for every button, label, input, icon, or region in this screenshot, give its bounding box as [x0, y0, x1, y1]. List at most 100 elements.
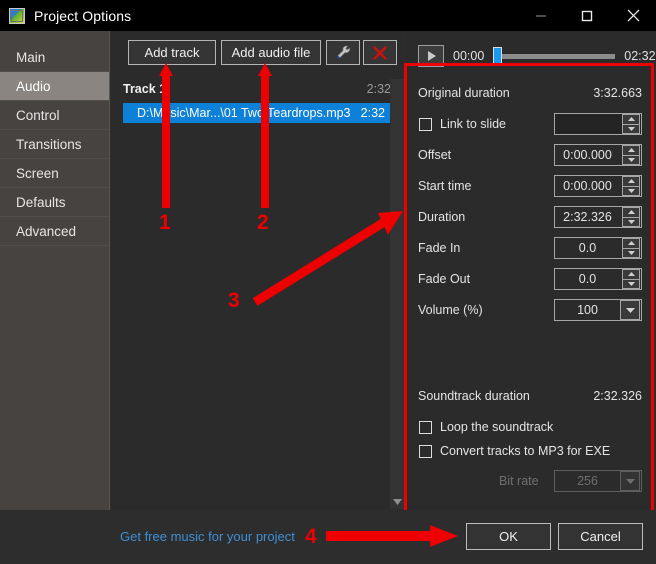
ok-button[interactable]: OK	[466, 523, 551, 550]
fade-out-value: 0.0	[578, 272, 597, 286]
stepper-up-icon[interactable]	[622, 207, 640, 218]
player-total-time: 02:32	[624, 49, 656, 63]
duration-stepper[interactable]: 2:32.326	[554, 206, 642, 228]
offset-row: Offset 0:00.000	[404, 143, 656, 167]
stepper-buttons[interactable]	[622, 269, 640, 289]
soundtrack-duration-value: 2:32.326	[593, 389, 642, 403]
bit-rate-label: Bit rate	[499, 474, 539, 488]
wrench-icon-button[interactable]	[326, 40, 360, 65]
cancel-button[interactable]: Cancel	[558, 523, 643, 550]
soundtrack-duration-row: Soundtrack duration 2:32.326	[404, 384, 656, 408]
sidebar-item-label: Control	[16, 108, 60, 123]
add-track-button[interactable]: Add track	[128, 40, 216, 65]
convert-tracks-label: Convert tracks to MP3 for EXE	[440, 444, 611, 458]
sidebar-item-label: Audio	[16, 79, 51, 94]
chevron-down-icon[interactable]	[620, 300, 640, 320]
close-icon[interactable]	[610, 0, 656, 31]
stepper-down-icon[interactable]	[622, 155, 640, 165]
offset-label: Offset	[418, 148, 452, 162]
stepper-buttons[interactable]	[622, 238, 640, 258]
track-list-header: Track 1 2:32	[123, 79, 391, 99]
offset-stepper[interactable]: 0:00.000	[554, 144, 642, 166]
free-music-link[interactable]: Get free music for your project	[120, 529, 295, 544]
track-header-duration: 2:32	[366, 82, 391, 96]
stepper-down-icon[interactable]	[622, 124, 640, 134]
duration-value: 2:32.326	[563, 210, 612, 224]
soundtrack-duration-label: Soundtrack duration	[418, 389, 530, 403]
stepper-up-icon[interactable]	[622, 238, 640, 249]
sidebar-item-label: Transitions	[16, 137, 82, 152]
loop-soundtrack-checkbox[interactable]	[419, 420, 432, 434]
audio-player: 00:00 02:32	[404, 40, 656, 72]
sidebar-item-screen[interactable]: Screen	[0, 159, 109, 188]
volume-select[interactable]: 100	[554, 299, 642, 321]
track-list-scrollbar[interactable]	[390, 79, 404, 509]
window-title: Project Options	[34, 7, 132, 24]
loop-soundtrack-label: Loop the soundtrack	[440, 420, 554, 434]
fade-in-value: 0.0	[578, 241, 597, 255]
table-row[interactable]: D:\Music\Mar...\01 Two Teardrops.mp3 2:3…	[123, 103, 391, 123]
stepper-buttons[interactable]	[622, 145, 640, 165]
link-to-slide-stepper[interactable]	[554, 113, 642, 135]
stepper-up-icon[interactable]	[622, 145, 640, 156]
title-bar: Project Options	[0, 0, 656, 31]
link-to-slide-row: Link to slide	[404, 112, 656, 136]
link-to-slide-checkbox[interactable]	[419, 117, 432, 131]
start-time-row: Start time 0:00.000	[404, 174, 656, 198]
fade-out-stepper[interactable]: 0.0	[554, 268, 642, 290]
player-seek-slider[interactable]	[493, 46, 616, 66]
sidebar-item-transitions[interactable]: Transitions	[0, 130, 109, 159]
fade-in-label: Fade In	[418, 241, 461, 255]
sidebar-item-label: Defaults	[16, 195, 66, 210]
stepper-down-icon[interactable]	[622, 279, 640, 289]
stepper-buttons[interactable]	[622, 207, 640, 227]
stepper-up-icon[interactable]	[622, 176, 640, 187]
bit-rate-select: 256	[554, 470, 642, 492]
sidebar-item-control[interactable]: Control	[0, 101, 109, 130]
app-picture-icon	[9, 7, 25, 24]
track-file-name: D:\Music\Mar...\01 Two Teardrops.mp3	[137, 106, 351, 120]
fade-out-label: Fade Out	[418, 272, 471, 286]
stepper-up-icon[interactable]	[622, 269, 640, 280]
duration-row: Duration 2:32.326	[404, 205, 656, 229]
player-current-time: 00:00	[453, 49, 485, 63]
stepper-buttons[interactable]	[622, 176, 640, 196]
volume-label: Volume (%)	[418, 303, 483, 317]
convert-tracks-checkbox[interactable]	[419, 444, 432, 458]
add-audio-file-button[interactable]: Add audio file	[221, 40, 321, 65]
loop-soundtrack-row[interactable]: Loop the soundtrack	[404, 420, 553, 434]
minimize-icon[interactable]	[518, 0, 564, 31]
stepper-down-icon[interactable]	[622, 217, 640, 227]
start-time-stepper[interactable]: 0:00.000	[554, 175, 642, 197]
properties-fields: Original duration 3:32.663 Link to slide…	[404, 79, 656, 510]
audio-tracks-panel: Add track Add audio file Track 1 2:32 D:…	[111, 31, 404, 510]
track-header-name: Track 1	[123, 82, 167, 96]
fade-in-stepper[interactable]: 0.0	[554, 237, 642, 259]
slider-track	[493, 53, 616, 59]
audio-properties-panel: 00:00 02:32 Original duration 3:32.663 L…	[404, 31, 656, 510]
bit-rate-value: 256	[577, 474, 598, 488]
sidebar-item-advanced[interactable]: Advanced	[0, 217, 109, 246]
stepper-down-icon[interactable]	[622, 248, 640, 258]
offset-value: 0:00.000	[563, 148, 612, 162]
window-controls	[518, 0, 656, 31]
original-duration-label: Original duration	[418, 86, 510, 100]
sidebar-item-defaults[interactable]: Defaults	[0, 188, 109, 217]
chevron-down-icon	[620, 471, 640, 491]
link-to-slide-label: Link to slide	[440, 117, 507, 131]
chevron-down-icon[interactable]	[390, 495, 404, 509]
sidebar-item-audio[interactable]: Audio	[0, 72, 109, 101]
convert-tracks-row[interactable]: Convert tracks to MP3 for EXE	[404, 444, 610, 458]
start-time-label: Start time	[418, 179, 472, 193]
project-options-window: Project Options Main Audio Control Trans…	[0, 0, 656, 564]
maximize-icon[interactable]	[564, 0, 610, 31]
red-x-icon-button[interactable]	[363, 40, 397, 65]
sidebar-item-main[interactable]: Main	[0, 43, 109, 72]
volume-row: Volume (%) 100	[404, 298, 656, 322]
stepper-buttons[interactable]	[622, 114, 640, 134]
stepper-down-icon[interactable]	[622, 186, 640, 196]
original-duration-value: 3:32.663	[593, 86, 642, 100]
play-icon[interactable]	[418, 45, 444, 67]
stepper-up-icon[interactable]	[622, 114, 640, 125]
slider-thumb[interactable]	[493, 47, 503, 65]
